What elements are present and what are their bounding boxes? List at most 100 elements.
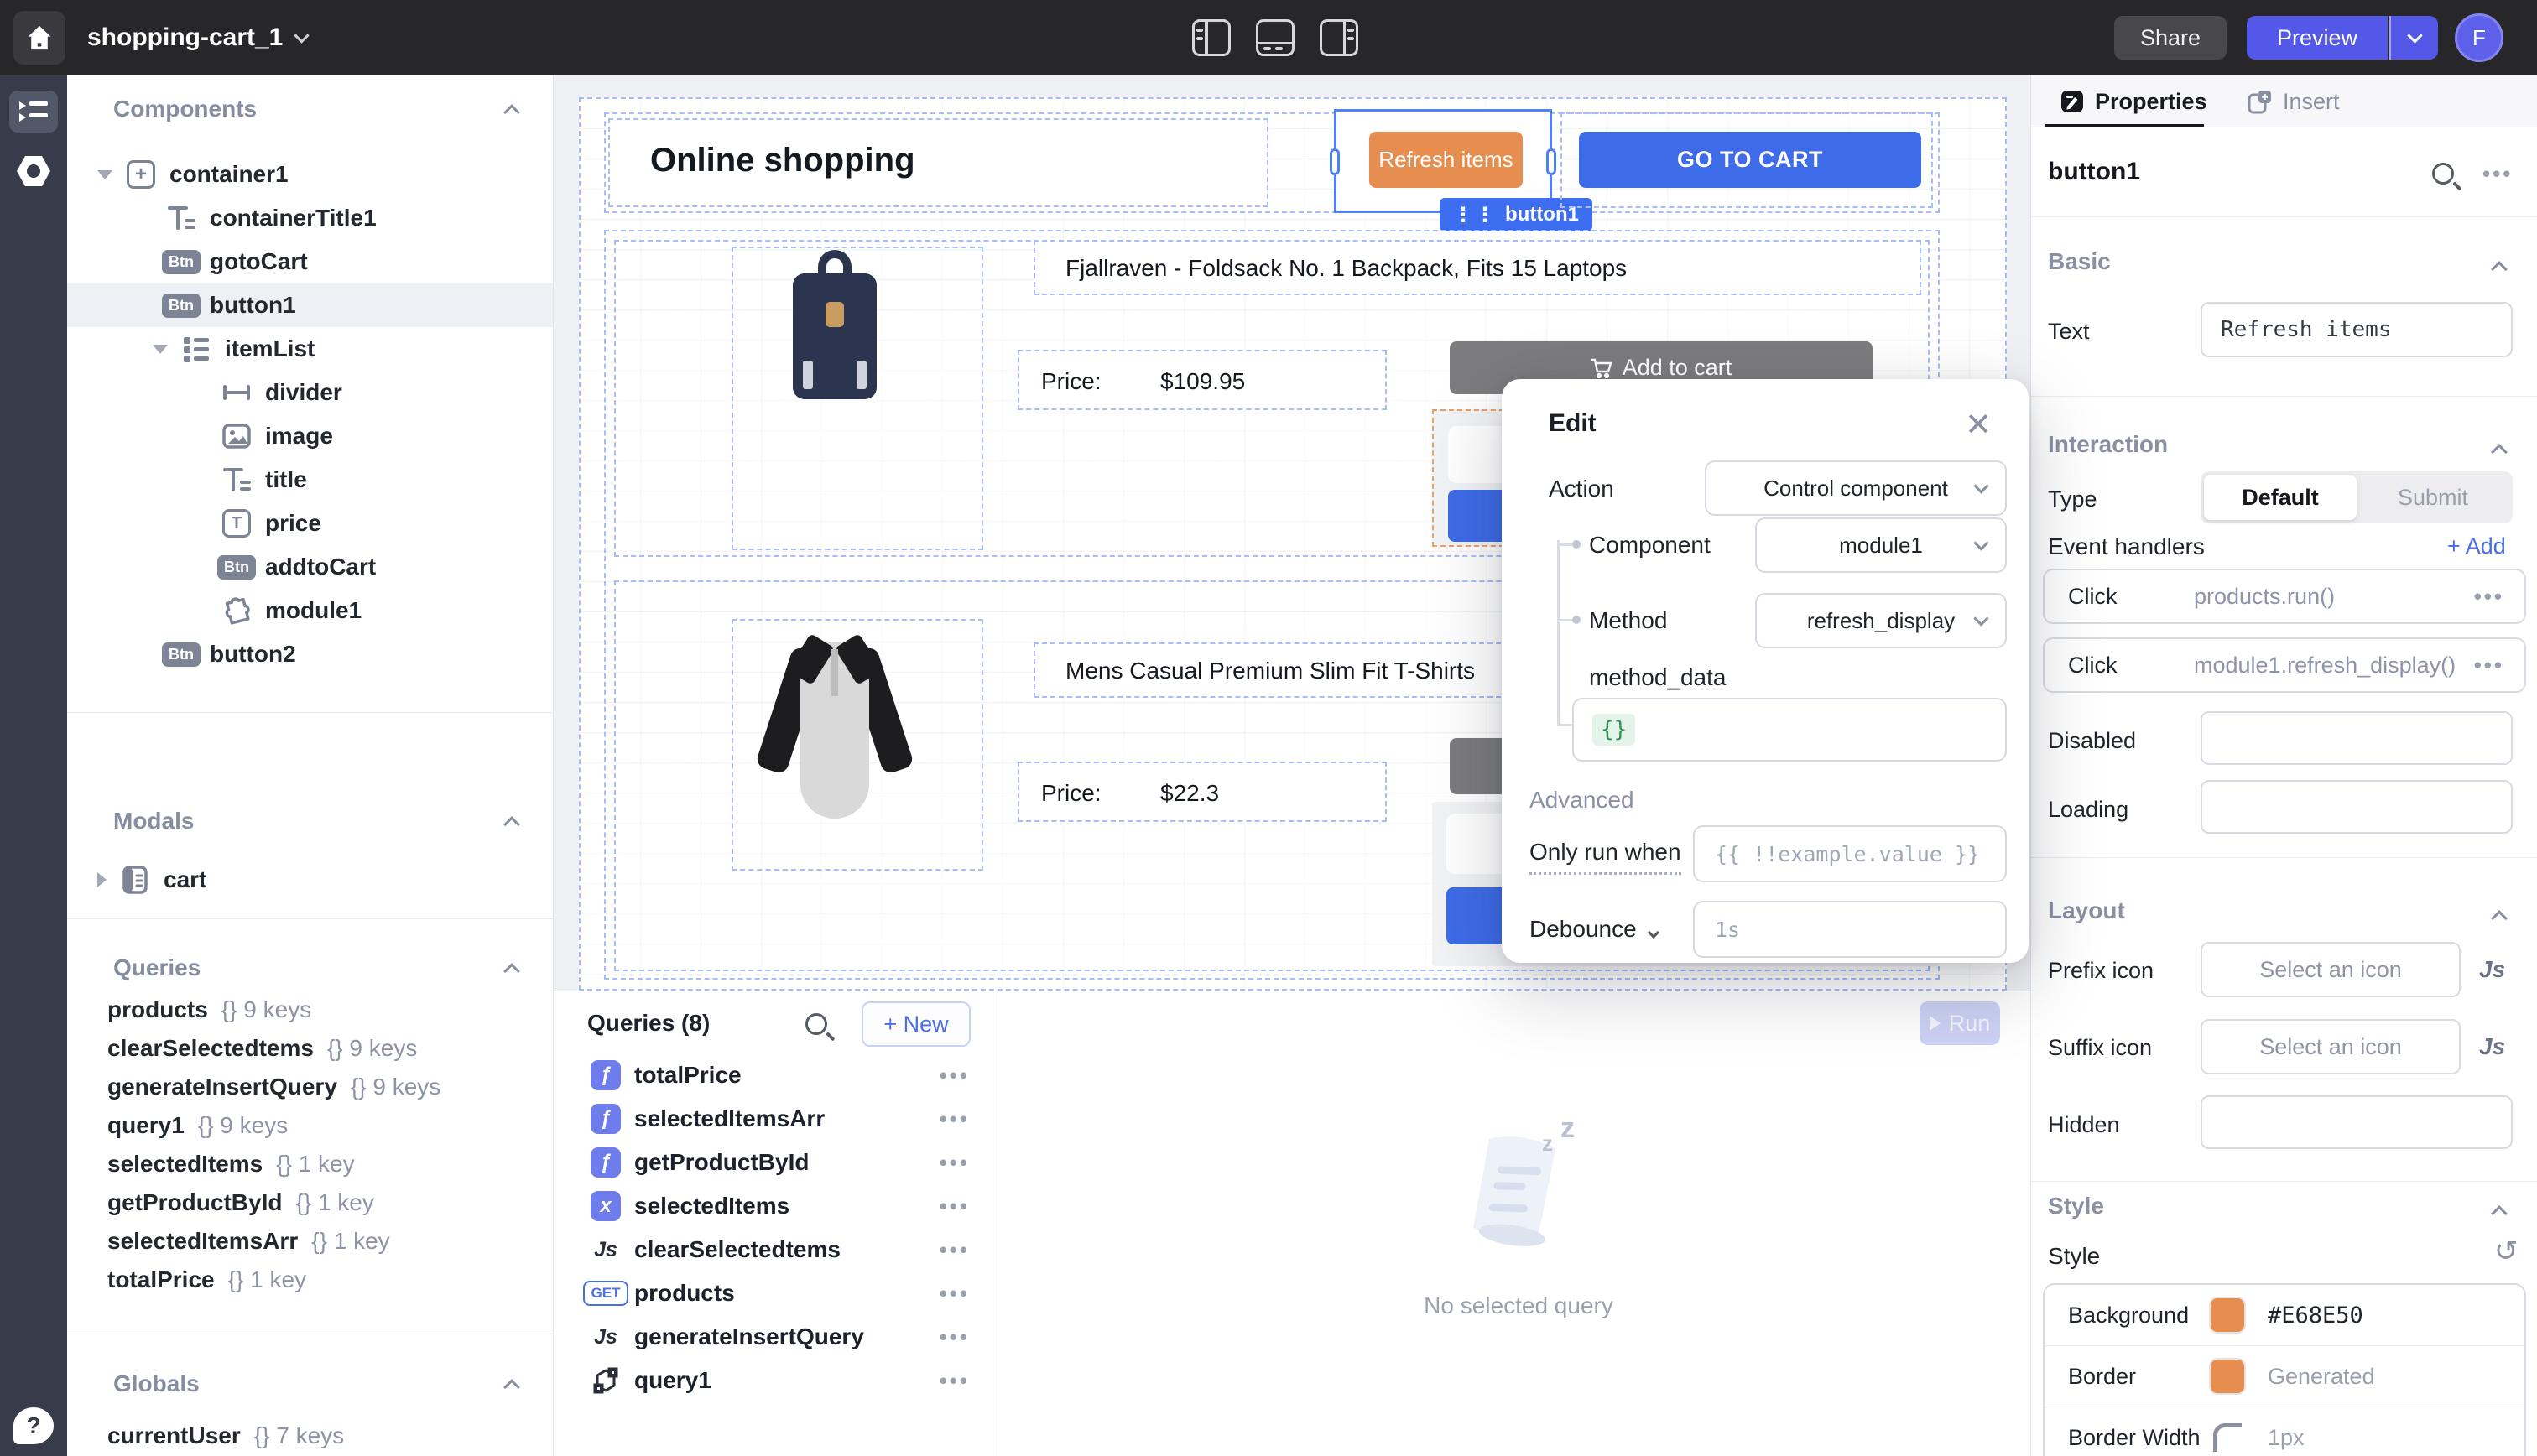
tree-item[interactable]: selectedItemsArr {} 1 key <box>67 1219 554 1263</box>
tree-item[interactable]: containerTitle1 <box>67 196 554 240</box>
debounce-input[interactable] <box>1693 901 2007 958</box>
tree-item[interactable]: title <box>67 458 554 502</box>
product-image-tshirt[interactable] <box>772 632 898 825</box>
query-menu-icon[interactable]: ••• <box>940 1193 970 1219</box>
refresh-items-button[interactable]: Refresh items <box>1369 132 1523 188</box>
query-menu-icon[interactable]: ••• <box>940 1281 970 1307</box>
suffix-icon-select[interactable]: Select an icon <box>2201 1019 2461 1074</box>
advanced-label[interactable]: Advanced <box>1529 787 1634 814</box>
query-menu-icon[interactable]: ••• <box>940 1150 970 1176</box>
query-row[interactable]: ƒ getProductById ••• <box>554 1141 998 1184</box>
only-run-when-input[interactable] <box>1693 825 2007 882</box>
tree-item[interactable]: getProductById {} 1 key <box>67 1181 554 1225</box>
share-button[interactable]: Share <box>2114 16 2227 60</box>
run-query-button[interactable]: Run <box>1920 1001 2000 1045</box>
layout-section-title[interactable]: Layout <box>2048 897 2125 924</box>
caret-icon[interactable] <box>97 170 112 179</box>
tree-item[interactable]: + container1 <box>67 153 554 196</box>
title-widget[interactable]: Fjallraven - Foldsack No. 1 Backpack, Fi… <box>1034 240 1921 295</box>
style-section-title[interactable]: Style <box>2048 1193 2104 1219</box>
query-row[interactable]: query1 ••• <box>554 1359 998 1402</box>
queries-section-header[interactable]: Queries <box>67 949 553 986</box>
tree-item[interactable]: generateInsertQuery {} 9 keys <box>67 1065 554 1109</box>
border-swatch[interactable] <box>2209 1358 2246 1395</box>
query-row[interactable]: x selectedItems ••• <box>554 1184 998 1228</box>
tree-item[interactable]: Btn addtoCart <box>67 545 554 589</box>
caret-icon[interactable] <box>97 872 107 887</box>
tree-item[interactable]: module1 <box>67 589 554 632</box>
loading-input[interactable] <box>2201 780 2513 834</box>
type-option-submit[interactable]: Submit <box>2357 475 2509 520</box>
widget-menu-icon[interactable]: ••• <box>2482 161 2513 187</box>
suffix-js-toggle[interactable]: Js <box>2479 1033 2505 1060</box>
search-icon[interactable] <box>2432 163 2454 185</box>
go-to-cart-button[interactable]: GO TO CART <box>1579 132 1921 188</box>
type-option-default[interactable]: Default <box>2204 475 2357 520</box>
reset-style-icon[interactable]: ↺ <box>2494 1235 2519 1268</box>
resize-handle-right[interactable] <box>1546 148 1556 175</box>
method-data-input[interactable]: {} <box>1572 698 2007 762</box>
style-row-border-width[interactable]: Border Width 1px <box>2045 1407 2524 1456</box>
hidden-input[interactable] <box>2201 1095 2513 1149</box>
price-widget[interactable]: Price: $109.95 <box>1018 350 1387 410</box>
handler-menu-icon[interactable]: ••• <box>2474 584 2504 610</box>
tree-item[interactable]: products {} 9 keys <box>67 988 554 1032</box>
action-select[interactable]: Control component <box>1705 460 2007 516</box>
tree-item[interactable]: selectedItems {} 1 key <box>67 1142 554 1186</box>
avatar[interactable]: F <box>2455 13 2503 62</box>
close-icon[interactable]: ✕ <box>1965 406 1992 444</box>
query-row[interactable]: Js clearSelectedtems ••• <box>554 1228 998 1271</box>
query-menu-icon[interactable]: ••• <box>940 1063 970 1089</box>
container-title-widget[interactable]: Online shopping <box>608 118 1268 207</box>
query-row[interactable]: ƒ selectedItemsArr ••• <box>554 1097 998 1141</box>
prefix-js-toggle[interactable]: Js <box>2479 956 2505 983</box>
tree-view-button[interactable] <box>9 91 58 133</box>
query-menu-icon[interactable]: ••• <box>940 1237 970 1263</box>
add-handler-button[interactable]: + Add <box>2447 533 2506 559</box>
query-menu-icon[interactable]: ••• <box>940 1106 970 1132</box>
tree-item[interactable]: T price <box>67 502 554 545</box>
style-row-background[interactable]: Background #E68E50 <box>2045 1285 2524 1346</box>
toggle-right-panel-button[interactable] <box>1320 19 1358 56</box>
help-button[interactable]: ? <box>13 1407 54 1444</box>
type-segmented-control[interactable]: Default Submit <box>2201 471 2513 523</box>
query-row[interactable]: ƒ totalPrice ••• <box>554 1053 998 1097</box>
component-select[interactable]: module1 <box>1755 517 2007 573</box>
globals-section-header[interactable]: Globals <box>67 1365 553 1402</box>
event-handler-row[interactable]: Click module1.refresh_display() ••• <box>2043 637 2526 693</box>
home-button[interactable] <box>13 11 65 65</box>
tree-item[interactable]: divider <box>67 371 554 414</box>
tree-item[interactable]: localStorage {} 1 key <box>67 1453 554 1456</box>
app-title-menu[interactable]: shopping-cart_1 <box>87 0 307 75</box>
prefix-icon-select[interactable]: Select an icon <box>2201 942 2461 997</box>
basic-section-title[interactable]: Basic <box>2048 248 2111 275</box>
event-handler-row[interactable]: Click products.run() ••• <box>2043 569 2526 624</box>
tab-insert[interactable]: Insert <box>2248 75 2340 127</box>
query-row[interactable]: GET products ••• <box>554 1271 998 1315</box>
tab-properties[interactable]: Properties <box>2060 75 2207 127</box>
product-image-backpack[interactable] <box>778 250 892 404</box>
search-icon[interactable] <box>805 1013 827 1035</box>
tree-item[interactable]: image <box>67 414 554 458</box>
preview-options-button[interactable] <box>2389 16 2438 60</box>
tree-item[interactable]: totalPrice {} 1 key <box>67 1258 554 1302</box>
caret-icon[interactable] <box>153 345 168 354</box>
query-menu-icon[interactable]: ••• <box>940 1368 970 1394</box>
query-menu-icon[interactable]: ••• <box>940 1324 970 1350</box>
background-swatch[interactable] <box>2209 1297 2246 1334</box>
settings-nut-button[interactable] <box>17 156 50 186</box>
tree-item[interactable]: clearSelectedtems {} 9 keys <box>67 1027 554 1070</box>
tree-item[interactable]: Btn button2 <box>67 632 554 676</box>
style-row-border[interactable]: Border Generated <box>2045 1346 2524 1407</box>
interaction-section-title[interactable]: Interaction <box>2048 431 2168 458</box>
toggle-bottom-panel-button[interactable] <box>1256 19 1295 56</box>
debounce-label[interactable]: Debounce <box>1529 916 1658 943</box>
price-widget[interactable]: Price: $22.3 <box>1018 762 1387 822</box>
disabled-input[interactable] <box>2201 711 2513 765</box>
tree-item[interactable]: cart <box>67 858 554 902</box>
toggle-left-panel-button[interactable] <box>1192 19 1231 56</box>
preview-button[interactable]: Preview <box>2247 16 2388 60</box>
new-query-button[interactable]: + New <box>862 1001 971 1047</box>
text-input[interactable] <box>2201 302 2513 357</box>
components-section-header[interactable]: Components <box>67 91 553 127</box>
